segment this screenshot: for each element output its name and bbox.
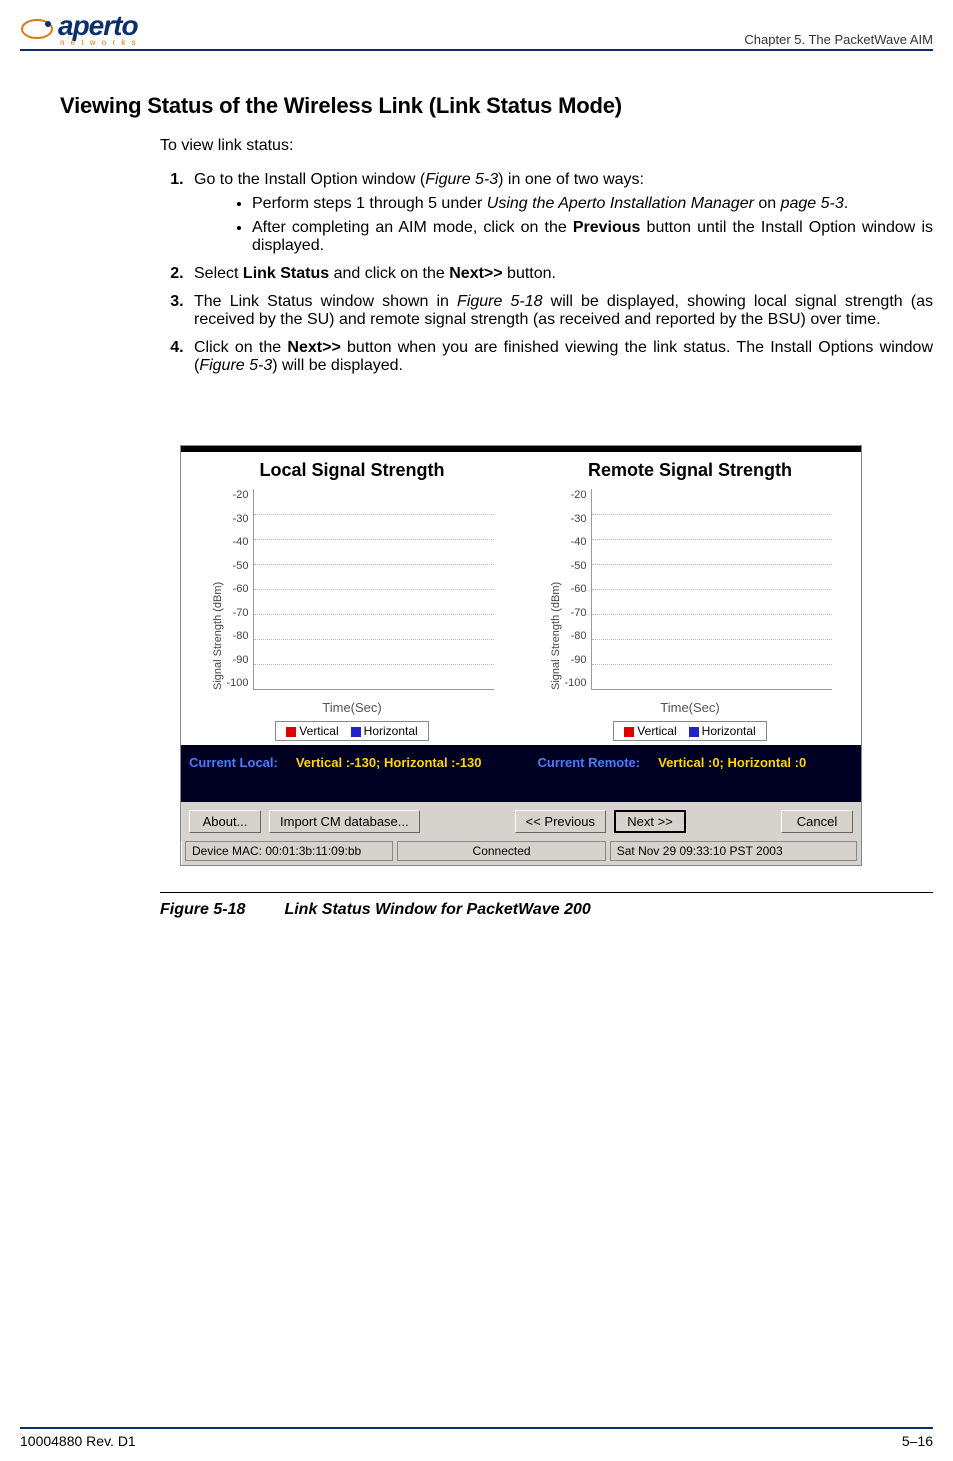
x-axis-label: Time(Sec) — [660, 700, 719, 715]
current-local-value: Vertical :-130; Horizontal :-130 — [296, 755, 482, 770]
status-time: Sat Nov 29 09:33:10 PST 2003 — [610, 841, 857, 861]
remote-plot-area — [591, 489, 832, 690]
previous-button[interactable]: << Previous — [515, 810, 606, 833]
remote-chart: Remote Signal Strength Signal Strength (… — [523, 456, 857, 741]
logo: aperto n e t w o r k s — [20, 10, 138, 47]
red-square-icon — [624, 727, 634, 737]
current-remote-label: Current Remote: — [538, 755, 641, 770]
local-plot-area — [253, 489, 494, 690]
remote-chart-title: Remote Signal Strength — [588, 460, 792, 481]
local-chart: Local Signal Strength Signal Strength (d… — [185, 456, 519, 741]
page-header: aperto n e t w o r k s Chapter 5. The Pa… — [20, 10, 933, 51]
figure-window: Local Signal Strength Signal Strength (d… — [180, 445, 933, 866]
figure-ref: Figure 5-18 — [457, 293, 543, 310]
y-axis-label: Signal Strength (dBm) — [548, 489, 564, 690]
blue-square-icon — [351, 727, 361, 737]
steps-list: Go to the Install Option window (Figure … — [160, 171, 933, 375]
y-axis-ticks: -20-30-40-50-60-70-80-90-100 — [226, 489, 252, 689]
cancel-button[interactable]: Cancel — [781, 810, 853, 833]
step-3: The Link Status window shown in Figure 5… — [188, 293, 933, 329]
about-button[interactable]: About... — [189, 810, 261, 833]
step-1-sub-2: After completing an AIM mode, click on t… — [252, 219, 933, 255]
logo-subtext: n e t w o r k s — [58, 38, 138, 47]
page-number: 5–16 — [902, 1433, 933, 1449]
current-values-row: Current Local: Vertical :-130; Horizonta… — [181, 745, 861, 780]
current-remote-value: Vertical :0; Horizontal :0 — [658, 755, 806, 770]
status-bar: Device MAC: 00:01:3b:11:09:bb Connected … — [181, 841, 861, 865]
import-cm-button[interactable]: Import CM database... — [269, 810, 420, 833]
step-1-sub-1: Perform steps 1 through 5 under Using th… — [252, 195, 933, 213]
y-axis-ticks: -20-30-40-50-60-70-80-90-100 — [564, 489, 590, 689]
figure-ref: Figure 5-3 — [425, 171, 498, 188]
status-mac: Device MAC: 00:01:3b:11:09:bb — [185, 841, 393, 861]
charts-area: Local Signal Strength Signal Strength (d… — [181, 452, 861, 745]
next-button[interactable]: Next >> — [614, 810, 686, 833]
x-axis-label: Time(Sec) — [322, 700, 381, 715]
logo-swirl-icon — [20, 12, 54, 46]
intro-text: To view link status: — [160, 137, 933, 155]
current-local-label: Current Local: — [189, 755, 278, 770]
figure-caption: Figure 5-18 Link Status Window for Packe… — [160, 901, 933, 919]
local-legend: VerticalHorizontal — [275, 721, 428, 741]
step-4: Click on the Next>> button when you are … — [188, 339, 933, 375]
blue-square-icon — [689, 727, 699, 737]
step-2: Select Link Status and click on the Next… — [188, 265, 933, 283]
status-connection: Connected — [397, 841, 605, 861]
link-status-window: Local Signal Strength Signal Strength (d… — [180, 445, 862, 866]
local-chart-title: Local Signal Strength — [259, 460, 444, 481]
remote-legend: VerticalHorizontal — [613, 721, 766, 741]
step-1: Go to the Install Option window (Figure … — [188, 171, 933, 255]
figure-number: Figure 5-18 — [160, 901, 280, 919]
caption-rule — [160, 892, 933, 893]
y-axis-label: Signal Strength (dBm) — [210, 489, 226, 690]
figure-ref: Figure 5-3 — [199, 357, 272, 374]
red-square-icon — [286, 727, 296, 737]
figure-title: Link Status Window for PacketWave 200 — [284, 901, 590, 918]
page-footer: 10004880 Rev. D1 5–16 — [20, 1427, 933, 1449]
section-title: Viewing Status of the Wireless Link (Lin… — [60, 93, 933, 119]
button-row: About... Import CM database... << Previo… — [181, 802, 861, 841]
doc-id: 10004880 Rev. D1 — [20, 1433, 136, 1449]
chapter-label: Chapter 5. The PacketWave AIM — [744, 32, 933, 47]
